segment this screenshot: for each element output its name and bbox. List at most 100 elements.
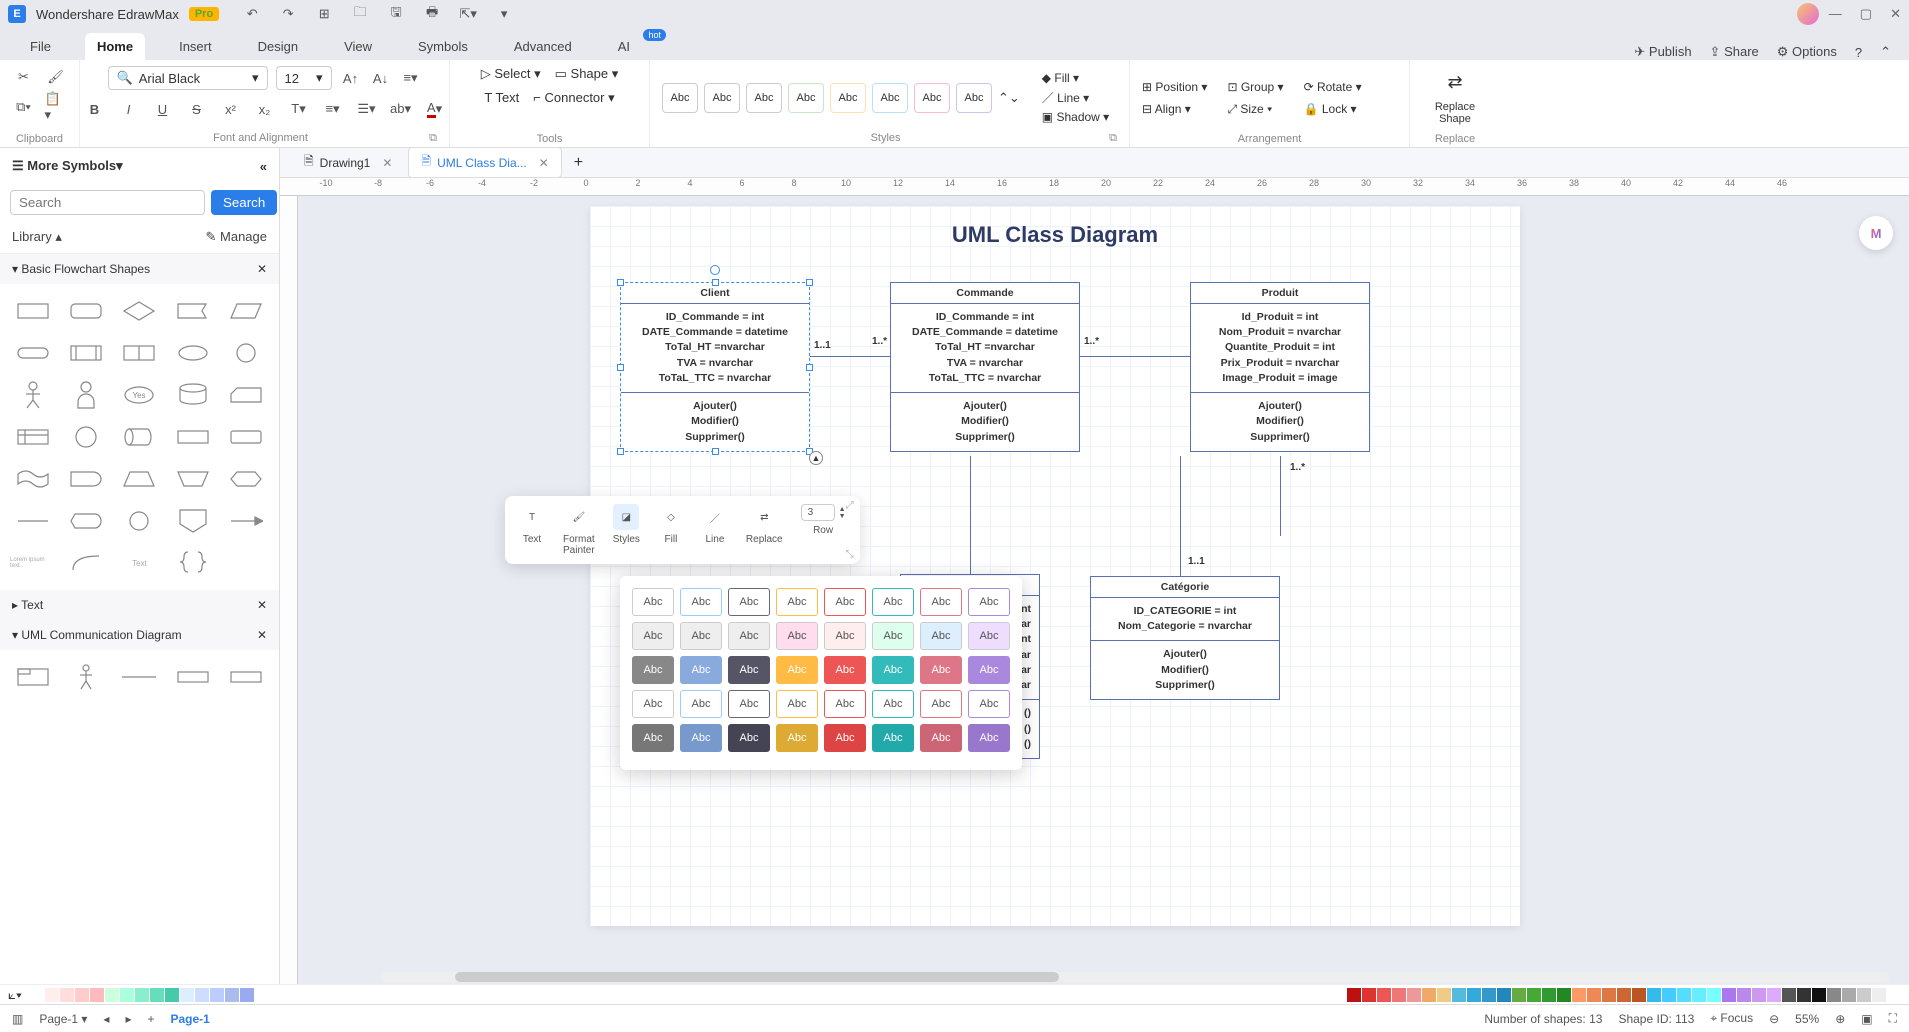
publish-button[interactable]: ✈ Publish — [1634, 44, 1691, 60]
uml-class-produit[interactable]: Produit Id_Produit = intNom_Produit = nv… — [1190, 282, 1370, 452]
color-swatch[interactable] — [1827, 988, 1841, 1002]
brush-icon[interactable]: 🖌 — [45, 66, 67, 88]
options-button[interactable]: ⚙ Options — [1777, 44, 1837, 60]
highlight-icon[interactable]: ab▾ — [390, 98, 412, 120]
style-cell[interactable]: Abc — [920, 656, 962, 684]
shape-rounded-rect[interactable] — [63, 294, 108, 328]
style-cell[interactable]: Abc — [632, 656, 674, 684]
next-page-icon[interactable]: ▸ — [125, 1012, 131, 1026]
save-icon[interactable]: 🖫 — [385, 3, 407, 25]
shape-divided[interactable] — [117, 336, 162, 370]
strike-icon[interactable]: S — [186, 98, 208, 120]
color-swatch[interactable] — [1557, 988, 1571, 1002]
color-swatch[interactable] — [60, 988, 74, 1002]
shape-line[interactable] — [10, 504, 55, 538]
user-avatar[interactable] — [1797, 3, 1819, 25]
style-cell[interactable]: Abc — [680, 622, 722, 650]
fb-fill[interactable]: ◇Fill — [658, 504, 684, 556]
zoom-out-icon[interactable]: ⊖ — [1769, 1012, 1779, 1026]
text-tool[interactable]: T Text — [484, 90, 519, 106]
share-button[interactable]: ⇪ Share — [1710, 44, 1759, 60]
color-swatch[interactable] — [1812, 988, 1826, 1002]
style-cell[interactable]: Abc — [968, 622, 1010, 650]
font-size-select[interactable]: 12 ▾ — [276, 66, 332, 90]
shape-actor2[interactable] — [63, 378, 108, 412]
section-uml[interactable]: ▾ UML Communication Diagram — [12, 628, 182, 642]
font-shrink-icon[interactable]: A↓ — [370, 67, 392, 89]
style-cell[interactable]: Abc — [680, 656, 722, 684]
style-cell[interactable]: Abc — [968, 656, 1010, 684]
style-cell[interactable]: Abc — [680, 690, 722, 718]
color-swatch[interactable] — [105, 988, 119, 1002]
menu-home[interactable]: Home — [85, 33, 145, 60]
style-cell[interactable]: Abc — [776, 622, 818, 650]
color-swatch[interactable] — [1362, 988, 1376, 1002]
shape-wave[interactable] — [10, 462, 55, 496]
color-swatch[interactable] — [1407, 988, 1421, 1002]
color-swatch[interactable] — [1662, 988, 1676, 1002]
style-cell[interactable]: Abc — [920, 622, 962, 650]
shape-predefined[interactable] — [63, 336, 108, 370]
color-swatch[interactable] — [1602, 988, 1616, 1002]
style-cell[interactable]: Abc — [680, 588, 722, 616]
fb-line[interactable]: ／Line — [702, 504, 728, 556]
ai-bubble-icon[interactable]: M — [1859, 216, 1893, 250]
color-swatch[interactable] — [120, 988, 134, 1002]
color-swatch[interactable] — [1392, 988, 1406, 1002]
color-swatch[interactable] — [1647, 988, 1661, 1002]
uml-class-categorie[interactable]: Catégorie ID_CATEGORIE = intNom_Categori… — [1090, 576, 1280, 700]
uml-class-client[interactable]: ▲ Client ID_Commande = intDATE_Commande … — [620, 282, 810, 452]
uml-shape-rect[interactable] — [170, 660, 215, 694]
new-tab-icon[interactable]: + — [566, 150, 591, 176]
copy-icon[interactable]: ⧉▾ — [13, 96, 35, 118]
color-swatch[interactable] — [240, 988, 254, 1002]
redo-icon[interactable]: ↷ — [277, 3, 299, 25]
style-cell[interactable]: Abc — [632, 690, 674, 718]
color-swatch[interactable] — [30, 988, 44, 1002]
menu-design[interactable]: Design — [246, 33, 310, 60]
close-icon[interactable]: ✕ — [1890, 6, 1901, 22]
connector[interactable] — [810, 356, 890, 357]
h-scrollbar[interactable] — [380, 972, 1889, 982]
uml-shape-frame[interactable] — [10, 660, 55, 694]
color-swatch[interactable] — [1452, 988, 1466, 1002]
align-dropdown[interactable]: ⊟ Align ▾ — [1142, 102, 1207, 116]
style-cell[interactable]: Abc — [728, 588, 770, 616]
color-swatch[interactable] — [135, 988, 149, 1002]
fb-format-painter[interactable]: 🖌Format Painter — [563, 504, 595, 556]
style-cell[interactable]: Abc — [728, 656, 770, 684]
color-swatch[interactable] — [210, 988, 224, 1002]
style-preset[interactable]: Abc — [830, 83, 866, 113]
canvas-page[interactable]: UML Class Diagram ▲ Client ID_Commande =… — [590, 206, 1520, 926]
style-cell[interactable]: Abc — [872, 724, 914, 752]
color-strip-left[interactable] — [30, 988, 254, 1002]
maximize-icon[interactable]: ▢ — [1860, 6, 1872, 22]
color-swatch[interactable] — [1737, 988, 1751, 1002]
action-handle-icon[interactable]: ▲ — [809, 451, 823, 465]
export-icon[interactable]: ⇱▾ — [457, 3, 479, 25]
fb-expand-icon[interactable]: ⤢ — [846, 500, 854, 511]
shape-tool[interactable]: ▭ Shape ▾ — [555, 66, 619, 82]
print-icon[interactable]: 🖶 — [421, 3, 443, 25]
style-preset[interactable]: Abc — [872, 83, 908, 113]
case-icon[interactable]: T▾ — [288, 98, 310, 120]
shape-manual[interactable] — [170, 462, 215, 496]
fb-text[interactable]: TText — [519, 504, 545, 556]
color-swatch[interactable] — [1677, 988, 1691, 1002]
style-cell[interactable]: Abc — [824, 690, 866, 718]
style-cell[interactable]: Abc — [728, 690, 770, 718]
style-cell[interactable]: Abc — [968, 588, 1010, 616]
style-cell[interactable]: Abc — [776, 690, 818, 718]
rotate-dropdown[interactable]: ⟳ Rotate ▾ — [1304, 80, 1362, 94]
bold-icon[interactable]: B — [84, 98, 106, 120]
shape-cylinder-h[interactable] — [117, 420, 162, 454]
shape-offpage[interactable] — [170, 504, 215, 538]
style-cell[interactable]: Abc — [776, 656, 818, 684]
add-page-icon[interactable]: + — [147, 1012, 154, 1026]
search-button[interactable]: Search — [211, 190, 277, 215]
color-swatch[interactable] — [1572, 988, 1586, 1002]
shape-flag[interactable] — [170, 294, 215, 328]
style-preset[interactable]: Abc — [746, 83, 782, 113]
color-swatch[interactable] — [195, 988, 209, 1002]
style-cell[interactable]: Abc — [632, 588, 674, 616]
